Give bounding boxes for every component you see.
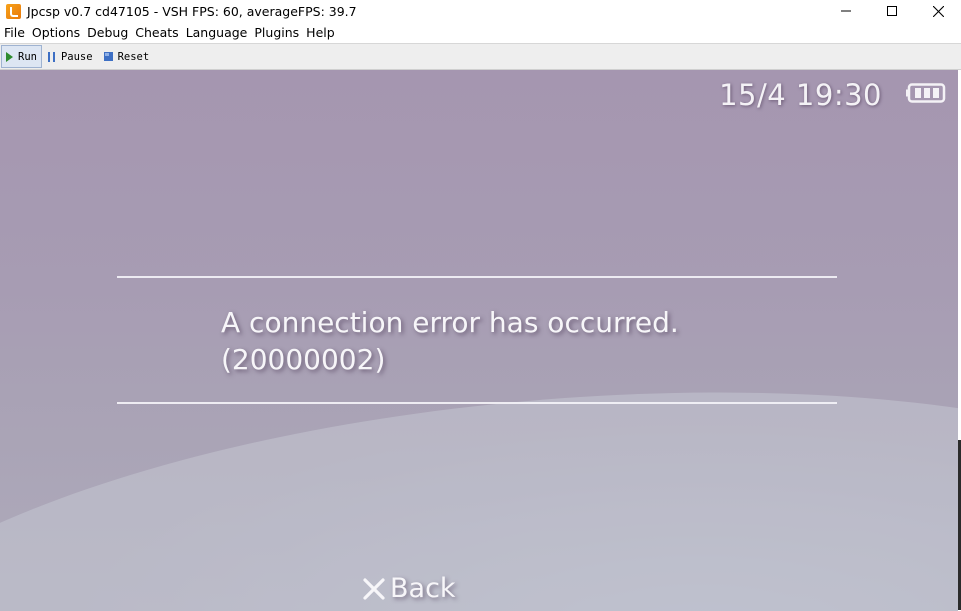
window-controls [823,0,961,22]
menu-help[interactable]: Help [303,22,338,43]
menu-file[interactable]: File [1,22,28,43]
menu-debug[interactable]: Debug [84,22,131,43]
pause-label: Pause [60,50,93,63]
reset-label: Reset [117,50,150,63]
pause-icon [47,51,55,62]
divider-top [117,276,837,278]
back-label: Back [390,573,456,604]
battery-full-icon [906,83,946,103]
maximize-button[interactable] [869,0,915,22]
emulator-screen[interactable]: 15/4 19:30 A connection error has occurr… [0,70,958,611]
error-message: A connection error has occurred. [221,306,679,339]
run-label: Run [18,50,37,63]
back-button[interactable]: Back [362,573,456,604]
menu-plugins[interactable]: Plugins [251,22,302,43]
error-code: (20000002) [221,343,386,376]
maximize-icon [887,6,897,16]
menu-bar: File Options Debug Cheats Language Plugi… [0,22,961,44]
menu-options[interactable]: Options [29,22,83,43]
reset-button[interactable]: Reset [99,45,155,68]
close-button[interactable] [915,0,961,22]
close-icon [932,5,944,17]
stop-icon [103,52,113,61]
divider-bottom [117,402,837,404]
title-bar: Jpcsp v0.7 cd47105 - VSH FPS: 60, averag… [0,0,961,22]
window-title: Jpcsp v0.7 cd47105 - VSH FPS: 60, averag… [27,3,357,19]
play-icon [6,51,13,62]
cross-icon [363,577,385,600]
minimize-icon [841,10,851,12]
menu-cheats[interactable]: Cheats [132,22,181,43]
clock: 15/4 19:30 [719,78,882,112]
menu-language[interactable]: Language [183,22,251,43]
toolbar: Run Pause Reset [0,44,961,70]
pause-button[interactable]: Pause [43,45,98,68]
minimize-button[interactable] [823,0,869,22]
run-button[interactable]: Run [1,45,42,68]
app-logo-icon [6,3,21,19]
